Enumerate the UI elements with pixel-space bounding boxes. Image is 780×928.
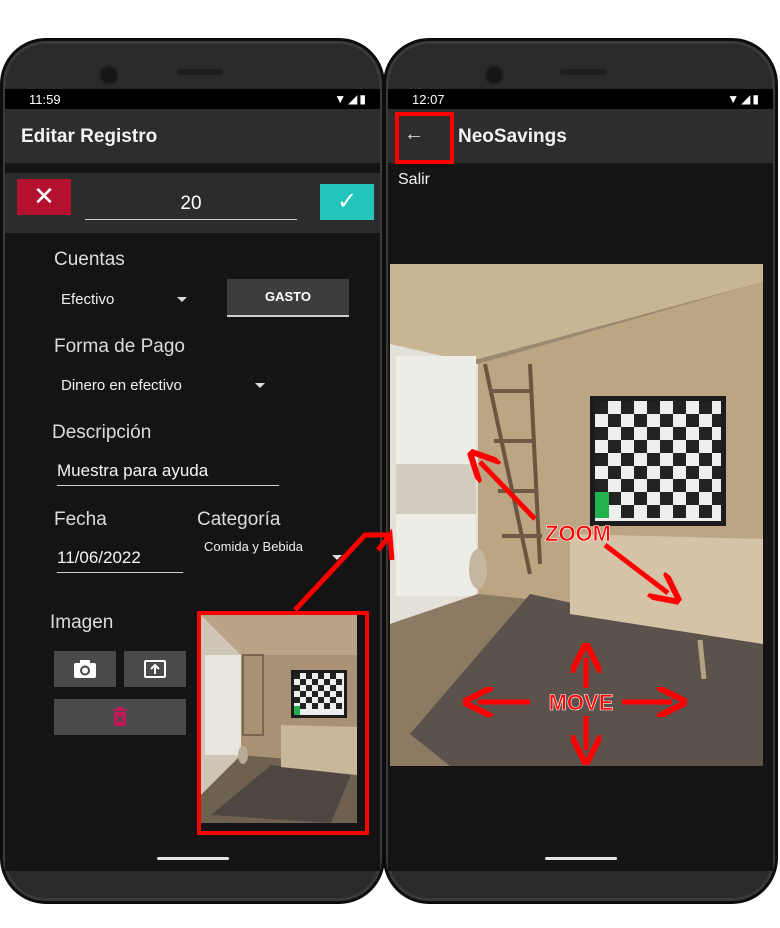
connector-arrow xyxy=(293,528,395,612)
zoom-arrow-out xyxy=(603,543,668,593)
zoom-annotation: ZOOM xyxy=(545,521,611,546)
back-button-highlight xyxy=(395,112,454,164)
move-annotation: MOVE xyxy=(549,690,614,715)
annotation-overlay: ZOOM MOVE xyxy=(293,112,780,928)
zoom-arrow-in xyxy=(480,462,537,521)
